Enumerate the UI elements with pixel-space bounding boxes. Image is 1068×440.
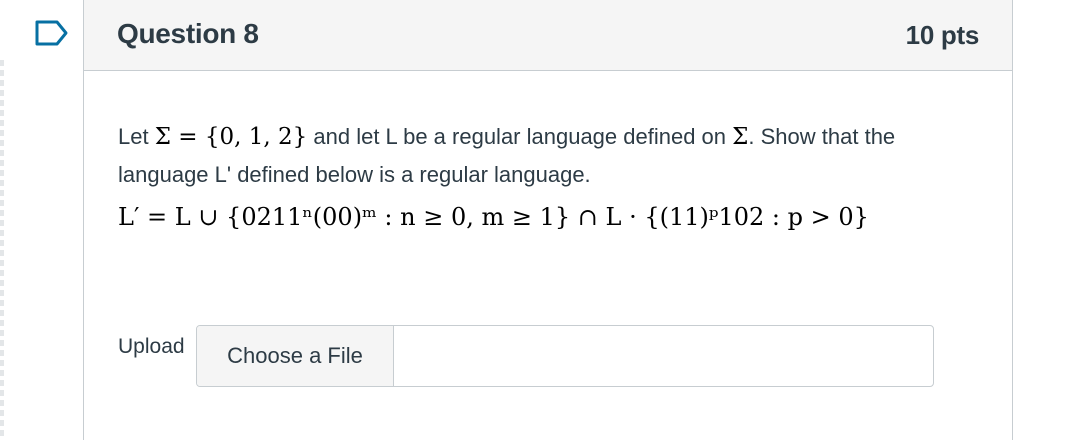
- question-prompt: Let Σ = {0, 1, 2} and let L be a regular…: [118, 118, 988, 193]
- question-card: Question 8 10 pts Let Σ = {0, 1, 2} and …: [83, 0, 1013, 440]
- upload-label: Upload: [118, 335, 185, 358]
- upload-row: Upload Choose a File: [118, 325, 938, 387]
- quiz-page: Question 8 10 pts Let Σ = {0, 1, 2} and …: [0, 0, 1068, 440]
- choose-file-button[interactable]: Choose a File: [197, 326, 394, 386]
- language-formula: L′ = L ∪ {0211ⁿ(00)ᵐ : n ≥ 0, m ≥ 1} ∩ L…: [118, 203, 869, 231]
- question-points: 10 pts: [905, 20, 980, 50]
- flag-bookmark-icon[interactable]: [35, 20, 69, 46]
- question-body: Let Σ = {0, 1, 2} and let L be a regular…: [118, 118, 988, 231]
- left-edge-dashes: [0, 60, 4, 440]
- file-upload-field[interactable]: Choose a File: [196, 325, 934, 387]
- question-title: Question 8: [117, 18, 259, 49]
- prompt-text-start: Let: [118, 124, 155, 149]
- sigma-symbol: Σ: [732, 124, 749, 150]
- question-header: Question 8 10 pts: [84, 0, 1012, 71]
- sigma-definition: Σ = {0, 1, 2}: [154, 124, 308, 150]
- prompt-text-middle: and let L be a regular language defined …: [307, 124, 733, 149]
